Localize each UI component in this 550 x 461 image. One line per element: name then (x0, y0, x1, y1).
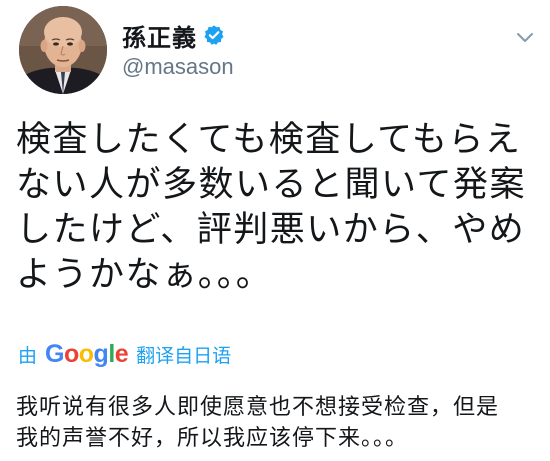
tweet-card: 孫正義 @masason 検査したくても検査してもらえ ない人が多数いると聞いて… (0, 0, 550, 461)
translate-suffix: 翻译自日语 (136, 345, 232, 367)
translate-prefix: 由 (18, 345, 38, 367)
google-letter-2: o (63, 340, 79, 368)
google-logo: Google (45, 340, 129, 369)
avatar[interactable] (19, 6, 107, 94)
google-letter-6: e (114, 340, 129, 368)
translated-text: 我听说有很多人即使愿意也不想接受检查，但是 我的声誉不好，所以我应该停下来。。。 (16, 395, 500, 451)
verified-badge-icon (203, 24, 225, 46)
tweet-text: 検査したくても検査してもらえ ない人が多数いると聞いて発案 したけど、評判悪いか… (16, 120, 526, 295)
user-name-row[interactable]: 孫正義 (122, 18, 225, 52)
display-name[interactable]: 孫正義 (122, 18, 197, 53)
google-letter-3: o (78, 340, 94, 368)
user-handle[interactable]: @masason (122, 54, 234, 80)
google-letter-1: G (45, 340, 64, 368)
chevron-down-icon[interactable] (514, 26, 536, 48)
translate-link[interactable]: 由 Google 翻译自日语 (18, 340, 231, 369)
google-letter-4: g (93, 340, 109, 368)
